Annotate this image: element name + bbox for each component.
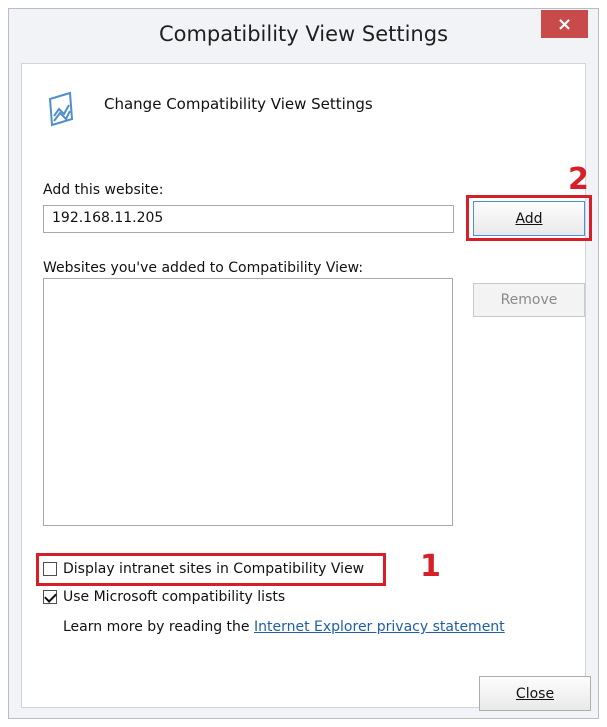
add-website-label: Add this website: <box>43 182 164 198</box>
step-1-callout: 1 <box>420 549 441 584</box>
learn-more-prefix: Learn more by reading the <box>63 619 250 635</box>
dialog-content: Change Compatibility View Settings Add t… <box>21 63 592 711</box>
add-button-highlight <box>466 195 592 241</box>
compatibility-websites-list[interactable] <box>43 278 453 526</box>
websites-list-label: Websites you've added to Compatibility V… <box>43 260 364 276</box>
remove-button[interactable]: Remove <box>473 283 585 317</box>
close-window-button[interactable]: × <box>541 10 588 38</box>
compatibility-view-settings-dialog: Compatibility View Settings × Change Com… <box>8 8 599 719</box>
website-input[interactable]: 192.168.11.205 <box>43 205 454 233</box>
step-2-callout: 2 <box>568 162 589 197</box>
close-button[interactable]: Close <box>479 676 591 711</box>
privacy-statement-text: Learn more by reading the Internet Explo… <box>63 619 505 635</box>
microsoft-lists-label: Use Microsoft compatibility lists <box>63 589 286 605</box>
header-title: Change Compatibility View Settings <box>104 95 373 113</box>
close-button-label: Close <box>515 685 555 702</box>
close-icon: × <box>556 13 573 35</box>
compatibility-view-icon <box>48 91 74 127</box>
dialog-title: Compatibility View Settings <box>158 22 449 46</box>
title-bar: Compatibility View Settings × <box>9 9 598 63</box>
intranet-option-highlight <box>36 553 386 586</box>
remove-button-label: Remove <box>500 292 558 308</box>
microsoft-lists-option[interactable]: Use Microsoft compatibility lists <box>43 589 285 605</box>
microsoft-lists-checkbox[interactable] <box>43 590 57 604</box>
privacy-statement-link[interactable]: Internet Explorer privacy statement <box>254 619 505 635</box>
